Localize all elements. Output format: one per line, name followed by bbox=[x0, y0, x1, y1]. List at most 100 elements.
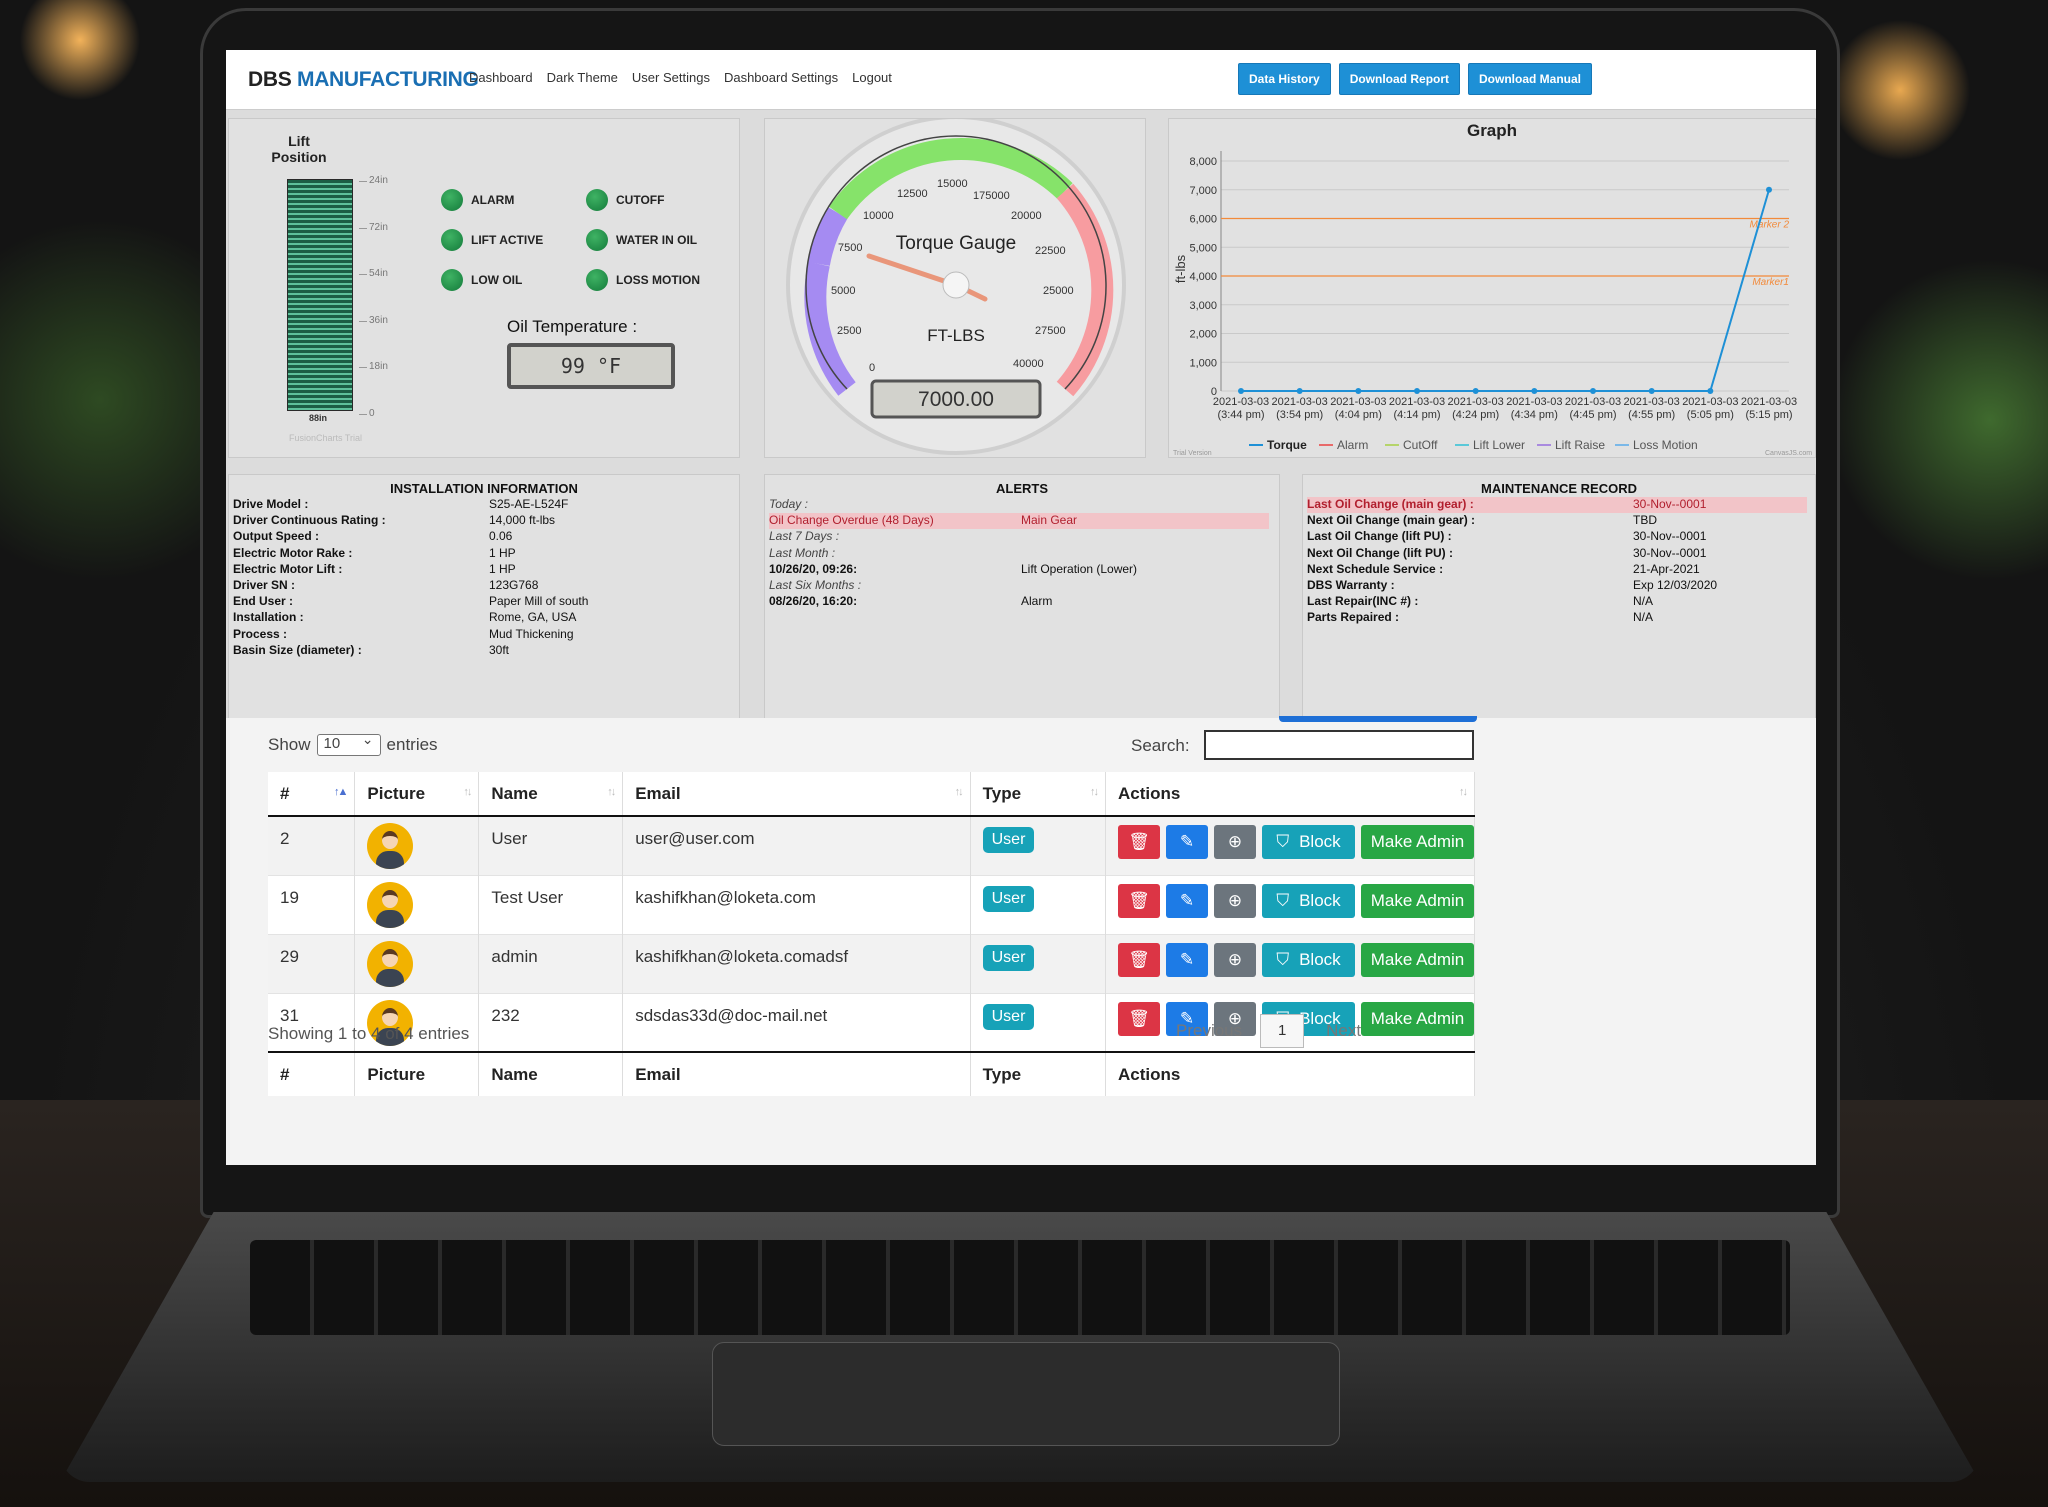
block-button[interactable]: ⛉ Block bbox=[1262, 825, 1355, 859]
previous-button[interactable]: Previous bbox=[1176, 1021, 1242, 1041]
data-history-button[interactable]: Data History bbox=[1238, 63, 1331, 95]
make-admin-button[interactable]: Make Admin bbox=[1361, 1001, 1474, 1036]
gauge-label: 27500 bbox=[1035, 325, 1066, 337]
legend-item[interactable]: Alarm bbox=[1337, 438, 1368, 452]
type-badge[interactable]: User bbox=[982, 885, 1035, 912]
footer-email: Email bbox=[622, 1051, 971, 1096]
nav-user-settings[interactable]: User Settings bbox=[632, 70, 710, 85]
nav-dashboard-settings[interactable]: Dashboard Settings bbox=[724, 70, 838, 85]
legend-item[interactable]: Loss Motion bbox=[1633, 438, 1698, 452]
gauge-title: Torque Gauge bbox=[896, 233, 1016, 254]
torque-gauge: Torque Gauge FT-LBS 0 2500 5000 7500 100… bbox=[786, 119, 1126, 455]
graph-data-point bbox=[1590, 388, 1596, 394]
maint-value: 30-Nov--0001 bbox=[1633, 529, 1707, 544]
graph-y-tick: 6,000 bbox=[1189, 214, 1217, 226]
col-header-picture[interactable]: Picture ↑↓ bbox=[354, 772, 480, 817]
delete-button[interactable]: 🗑 bbox=[1118, 1001, 1160, 1036]
install-row: Drive Model : S25-AE-L524F bbox=[233, 497, 733, 513]
cell-type: User bbox=[970, 933, 1107, 993]
gauge-label: 7500 bbox=[838, 242, 862, 254]
install-key: Driver SN : bbox=[233, 578, 296, 592]
delete-button[interactable]: 🗑 bbox=[1118, 942, 1160, 977]
type-badge[interactable]: User bbox=[982, 827, 1035, 853]
add-button[interactable]: ⊕ bbox=[1214, 825, 1256, 859]
type-badge[interactable]: User bbox=[982, 1003, 1035, 1030]
graph-data-point bbox=[1472, 388, 1479, 394]
blue-strip-button[interactable] bbox=[1279, 716, 1477, 722]
cell-email: user@user.com bbox=[622, 815, 971, 875]
legend-item[interactable]: Lift Lower bbox=[1473, 438, 1525, 452]
legend-item[interactable]: CutOff bbox=[1403, 438, 1438, 452]
gauge-unit: FT-LBS bbox=[927, 326, 985, 345]
col-header-actions[interactable]: Actions ↑↓ bbox=[1105, 772, 1475, 817]
nav-dashboard[interactable]: Dashboard bbox=[469, 70, 533, 85]
legend-item[interactable]: Torque bbox=[1267, 438, 1307, 452]
delete-button[interactable]: 🗑 bbox=[1118, 883, 1160, 918]
download-report-button[interactable]: Download Report bbox=[1338, 63, 1461, 95]
block-button[interactable]: ⛉ Block bbox=[1262, 883, 1355, 918]
legend-item[interactable]: Lift Raise bbox=[1555, 438, 1605, 452]
maint-row: Last Repair(INC #) : N/A bbox=[1307, 594, 1807, 610]
install-value: Mud Thickening bbox=[489, 626, 574, 641]
maint-key: Next Oil Change (main gear) : bbox=[1307, 513, 1476, 528]
lift-scale-label: 18in bbox=[369, 361, 388, 372]
lift-position-bar bbox=[287, 179, 353, 411]
gauge-label: 12500 bbox=[897, 188, 928, 200]
maintenance-title: MAINTENANCE RECORD bbox=[1481, 481, 1637, 496]
brand-manufacturing: MANUFACTURING bbox=[297, 68, 479, 91]
edit-button[interactable]: ✎ bbox=[1166, 825, 1208, 859]
graph-x-tick: 2021-03-03 bbox=[1682, 396, 1738, 408]
graph-x-tick-time: (4:14 pm) bbox=[1393, 409, 1440, 421]
graph-data-point bbox=[1766, 186, 1772, 193]
gauge-label: 20000 bbox=[1011, 210, 1042, 222]
col-header-email[interactable]: Email ↑↓ bbox=[622, 772, 971, 817]
lift-scale: 24in 72in 54in 36in 18in 0 bbox=[359, 175, 429, 419]
install-key: Electric Motor Rake : bbox=[233, 545, 353, 560]
indicator-cutoff: CUTOFF bbox=[586, 189, 664, 211]
make-admin-button[interactable]: Make Admin bbox=[1361, 883, 1474, 918]
cell-picture bbox=[354, 933, 480, 993]
graph-credit-label: CanvasJS.com bbox=[1765, 450, 1812, 457]
make-admin-button[interactable]: Make Admin bbox=[1361, 942, 1474, 977]
type-badge[interactable]: User bbox=[982, 944, 1035, 971]
plus-circle-icon: ⊕ bbox=[1227, 832, 1243, 851]
cell-name: Test User bbox=[478, 874, 624, 934]
maint-row: DBS Warranty : Exp 12/03/2020 bbox=[1307, 578, 1807, 594]
cell-picture bbox=[354, 874, 480, 934]
edit-button[interactable]: ✎ bbox=[1166, 942, 1208, 977]
gauge-label: 25000 bbox=[1043, 285, 1074, 297]
add-button[interactable]: ⊕ bbox=[1214, 942, 1256, 977]
install-row: Driver SN : 123G768 bbox=[233, 578, 733, 594]
graph-x-tick: 2021-03-03 bbox=[1565, 396, 1621, 408]
footer-actions: Actions bbox=[1105, 1051, 1475, 1096]
gauge-label: 22500 bbox=[1035, 245, 1066, 257]
add-button[interactable]: ⊕ bbox=[1214, 883, 1256, 918]
col-header-type[interactable]: Type ↑↓ bbox=[970, 772, 1107, 817]
nav-dark-theme[interactable]: Dark Theme bbox=[547, 70, 618, 85]
col-header-id[interactable]: # ↑▲ bbox=[268, 772, 356, 817]
block-button[interactable]: ⛉ Block bbox=[1262, 942, 1355, 977]
torque-gauge-panel: Torque Gauge FT-LBS 0 2500 5000 7500 100… bbox=[764, 118, 1146, 458]
delete-button[interactable]: 🗑 bbox=[1118, 825, 1160, 859]
indicator-water-in-oil: WATER IN OIL bbox=[586, 229, 697, 251]
nav-logout[interactable]: Logout bbox=[852, 70, 892, 85]
search-input[interactable] bbox=[1204, 730, 1474, 760]
col-header-name[interactable]: Name ↑↓ bbox=[478, 772, 624, 817]
maint-value: 30-Nov--0001 bbox=[1633, 497, 1707, 511]
download-manual-button[interactable]: Download Manual bbox=[1468, 63, 1593, 95]
entries-select[interactable]: 10 bbox=[316, 731, 381, 756]
page-1-button[interactable]: 1 bbox=[1260, 1014, 1305, 1048]
gauge-label: 10000 bbox=[863, 210, 894, 222]
row-actions: 🗑 ✎ ⊕ ⛉ Block Make Admin bbox=[1118, 942, 1474, 977]
table-footer-row: # Picture Name Email Type Actions bbox=[268, 1051, 1475, 1096]
edit-button[interactable]: ✎ bbox=[1166, 883, 1208, 918]
plus-circle-icon: ⊕ bbox=[1227, 949, 1243, 969]
graph-data-point bbox=[1296, 388, 1303, 394]
next-button[interactable]: Next bbox=[1326, 1021, 1361, 1041]
alerts-row: Oil Change Overdue (48 Days) Main Gear bbox=[769, 513, 1269, 530]
brand-logo[interactable]: DBS MANUFACTURING bbox=[248, 68, 479, 92]
indicator-lift-active: LIFT ACTIVE bbox=[441, 229, 543, 251]
install-value: 123G768 bbox=[489, 578, 539, 592]
make-admin-button[interactable]: Make Admin bbox=[1361, 825, 1474, 859]
alerts-key: Oil Change Overdue (48 Days) bbox=[769, 513, 934, 528]
